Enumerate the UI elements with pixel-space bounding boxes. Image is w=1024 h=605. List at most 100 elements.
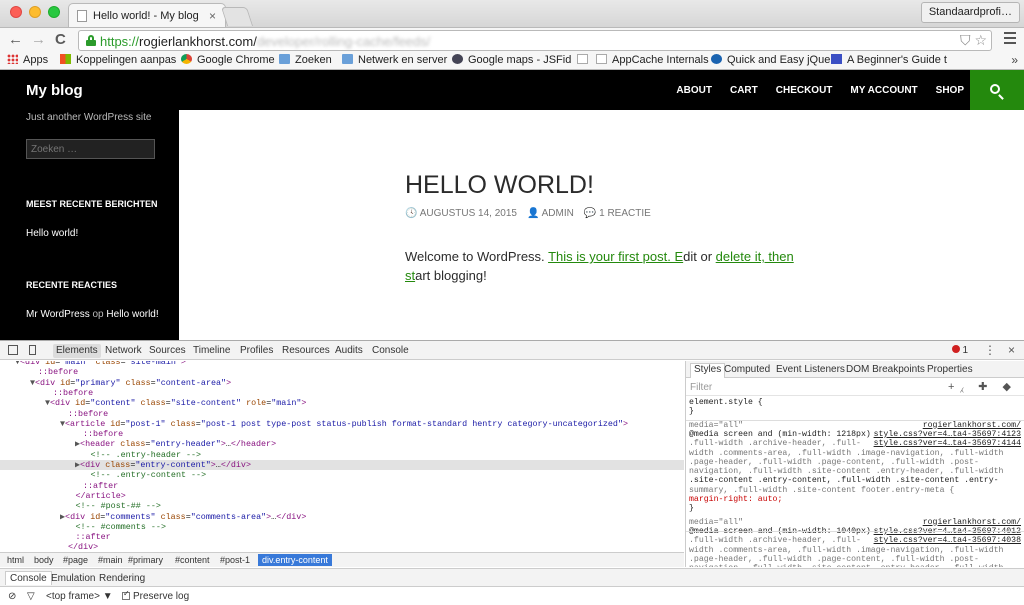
clear-console-icon[interactable]: ⊘ <box>8 591 16 602</box>
css-rule-line[interactable]: .full-width .archive-header, .full-style… <box>689 536 1023 545</box>
frame-select[interactable]: <top frame> ▼ <box>46 591 113 602</box>
profile-button[interactable]: Standaardprofi… <box>920 2 1020 23</box>
browser-tab[interactable]: Hello world! - My blog × <box>68 3 226 28</box>
post-date[interactable]: 🕓 AUGUSTUS 14, 2015 <box>405 208 517 219</box>
filter-input[interactable]: Filter <box>690 382 712 393</box>
device-mode-icon[interactable] <box>29 345 36 355</box>
comment-post-link[interactable]: Hello world! <box>106 309 158 320</box>
sidebar-search-input[interactable] <box>26 139 155 159</box>
drawer-tab-rendering[interactable]: Rendering <box>99 573 145 584</box>
tab-console[interactable]: Console <box>372 345 409 356</box>
css-rule-line[interactable]: } <box>689 504 1023 513</box>
tab-styles[interactable]: Styles <box>690 363 726 378</box>
menu-item-shop[interactable]: SHOP <box>936 85 964 96</box>
menu-item-cart[interactable]: CART <box>730 85 758 96</box>
error-count-badge[interactable]: 1 <box>952 345 968 356</box>
site-title[interactable]: My blog <box>26 82 83 99</box>
dom-node[interactable]: </article> <box>0 491 684 501</box>
more-bookmarks-icon[interactable]: » <box>1011 53 1018 67</box>
css-rule-line[interactable]: @media screen and (min-width: 1218px) sty… <box>689 430 1023 439</box>
breadcrumb-item[interactable]: #content <box>175 555 210 565</box>
css-rule-line[interactable]: media="all" rogierlankhorst.com/ <box>689 518 1023 527</box>
minimize-window-button[interactable] <box>29 6 41 18</box>
breadcrumb-item[interactable]: #page <box>63 555 88 565</box>
close-window-button[interactable] <box>10 6 22 18</box>
css-rule-line[interactable]: navigation, .full-width .site-content .e… <box>689 467 1023 476</box>
bookmark-item[interactable]: AppCache Internals <box>596 54 709 66</box>
css-rule-line[interactable]: media="all" rogierlankhorst.com/ <box>689 421 1023 430</box>
css-rule-line[interactable]: navigation, .full-width .site-content .e… <box>689 564 1023 567</box>
dom-node[interactable]: ::before <box>0 429 684 439</box>
bookmark-item[interactable]: Netwerk en server <box>342 54 447 66</box>
tab-resources[interactable]: Resources <box>282 345 330 356</box>
menu-item-checkout[interactable]: CHECKOUT <box>776 85 833 96</box>
post-author[interactable]: 👤 ADMIN <box>527 208 574 219</box>
bookmark-item[interactable]: Google Chrome <box>181 54 275 66</box>
preserve-log-checkbox[interactable]: Preserve log <box>122 589 189 602</box>
new-tab-button[interactable] <box>220 7 254 26</box>
bookmark-star-icon[interactable]: ⛉ ☆ <box>960 32 987 49</box>
tab-profiles[interactable]: Profiles <box>240 345 273 356</box>
menu-item-my-account[interactable]: MY ACCOUNT <box>850 85 917 96</box>
styles-filter[interactable]: Filter +⁁ ✚ ◆ <box>686 379 1024 396</box>
dom-node[interactable]: <!-- #post-## --> <box>0 501 684 511</box>
css-rule-line[interactable]: .site-content .entry-content, .full-widt… <box>689 476 1023 485</box>
post-comments[interactable]: 💬 1 REACTIE <box>584 208 651 219</box>
tab-network[interactable]: Network <box>105 345 142 356</box>
breadcrumb-item[interactable]: #main <box>98 555 123 565</box>
dom-node[interactable]: </div> <box>0 542 684 552</box>
tab-dom-breakpoints[interactable]: DOM Breakpoints <box>846 364 925 375</box>
dom-node[interactable]: ▼<div id="content" class="site-content" … <box>0 398 684 408</box>
tab-sources[interactable]: Sources <box>149 345 186 356</box>
search-toggle-button[interactable] <box>970 70 1024 110</box>
devtools-menu-icon[interactable]: ⋮ <box>984 343 996 357</box>
forward-button[interactable]: → <box>31 31 46 49</box>
css-rule-line[interactable]: width .comments-area, .full-width .image… <box>689 449 1023 458</box>
back-button[interactable]: ← <box>8 31 23 49</box>
address-bar[interactable]: https://rogierlankhorst.com/developer/ro… <box>78 30 992 51</box>
shield-icon[interactable]: ⛉ <box>960 32 971 48</box>
filter-icon[interactable]: ▽ <box>27 591 35 602</box>
first-post-link[interactable]: This is your first post. E <box>548 249 683 264</box>
breadcrumb-item[interactable]: #primary <box>128 555 163 565</box>
bookmark-item[interactable]: Google maps - JSFid <box>452 54 571 66</box>
dom-node[interactable]: ▶<header class="entry-header">…</header> <box>0 439 684 449</box>
css-rule-line[interactable]: .page-header, .full-width .page-content,… <box>689 555 1023 564</box>
recent-post-link[interactable]: Hello world! <box>26 228 78 239</box>
menu-item-about[interactable]: ABOUT <box>676 85 712 96</box>
dom-node[interactable]: ::before <box>0 409 684 419</box>
bookmark-item[interactable]: Quick and Easy jQue <box>711 54 830 66</box>
url-text[interactable]: https://rogierlankhorst.com/developer/ro… <box>100 34 430 49</box>
dom-node[interactable]: ▶<div class="entry-content">…</div> <box>0 460 684 471</box>
dom-node[interactable]: ▶<div id="comments" class="comments-area… <box>0 512 684 522</box>
breadcrumb-item[interactable]: #post-1 <box>220 555 250 565</box>
dom-node[interactable]: ::after <box>0 481 684 491</box>
reload-button[interactable]: C <box>55 31 66 49</box>
dom-node[interactable]: ::before <box>0 367 684 377</box>
drawer-tab-console[interactable]: Console <box>5 571 52 585</box>
zoom-window-button[interactable] <box>48 6 60 18</box>
css-rule-line[interactable]: } <box>689 407 1023 416</box>
bookmark-item[interactable]: A Beginner's Guide t <box>831 54 947 66</box>
start-link[interactable]: st <box>405 268 415 283</box>
tab-properties[interactable]: Properties <box>927 364 973 375</box>
css-rule-line[interactable]: element.style { <box>689 398 1023 407</box>
comment-author-link[interactable]: Mr WordPress <box>26 309 90 320</box>
breadcrumb-item[interactable]: html <box>7 555 24 565</box>
new-style-rule-icon[interactable]: +⁁ ✚ ◆ <box>948 380 1017 393</box>
close-devtools-icon[interactable]: × <box>1008 343 1015 357</box>
css-rule-line[interactable]: width .comments-area, .full-width .image… <box>689 546 1023 555</box>
dom-node[interactable]: ▼<div id="primary" class="content-area"> <box>0 378 684 388</box>
tab-event-listeners[interactable]: Event Listeners <box>776 364 845 375</box>
dom-node[interactable]: ▼<article id="post-1" class="post-1 post… <box>0 419 684 429</box>
dom-node[interactable]: ::after <box>0 532 684 542</box>
bookmark-item[interactable]: Apps <box>7 54 48 66</box>
breadcrumb-item[interactable]: div.entry-content <box>258 554 332 566</box>
dom-node[interactable]: ::before <box>0 388 684 398</box>
css-rule-line[interactable]: .full-width .archive-header, .full-style… <box>689 439 1023 448</box>
bookmark-item[interactable]: Koppelingen aanpas <box>60 54 176 66</box>
drawer-tab-emulation[interactable]: Emulation <box>51 573 95 584</box>
css-rule-line[interactable]: margin-right: auto; <box>689 495 1023 504</box>
inspect-element-icon[interactable] <box>8 345 18 355</box>
delete-post-link[interactable]: delete it, then <box>716 249 794 264</box>
